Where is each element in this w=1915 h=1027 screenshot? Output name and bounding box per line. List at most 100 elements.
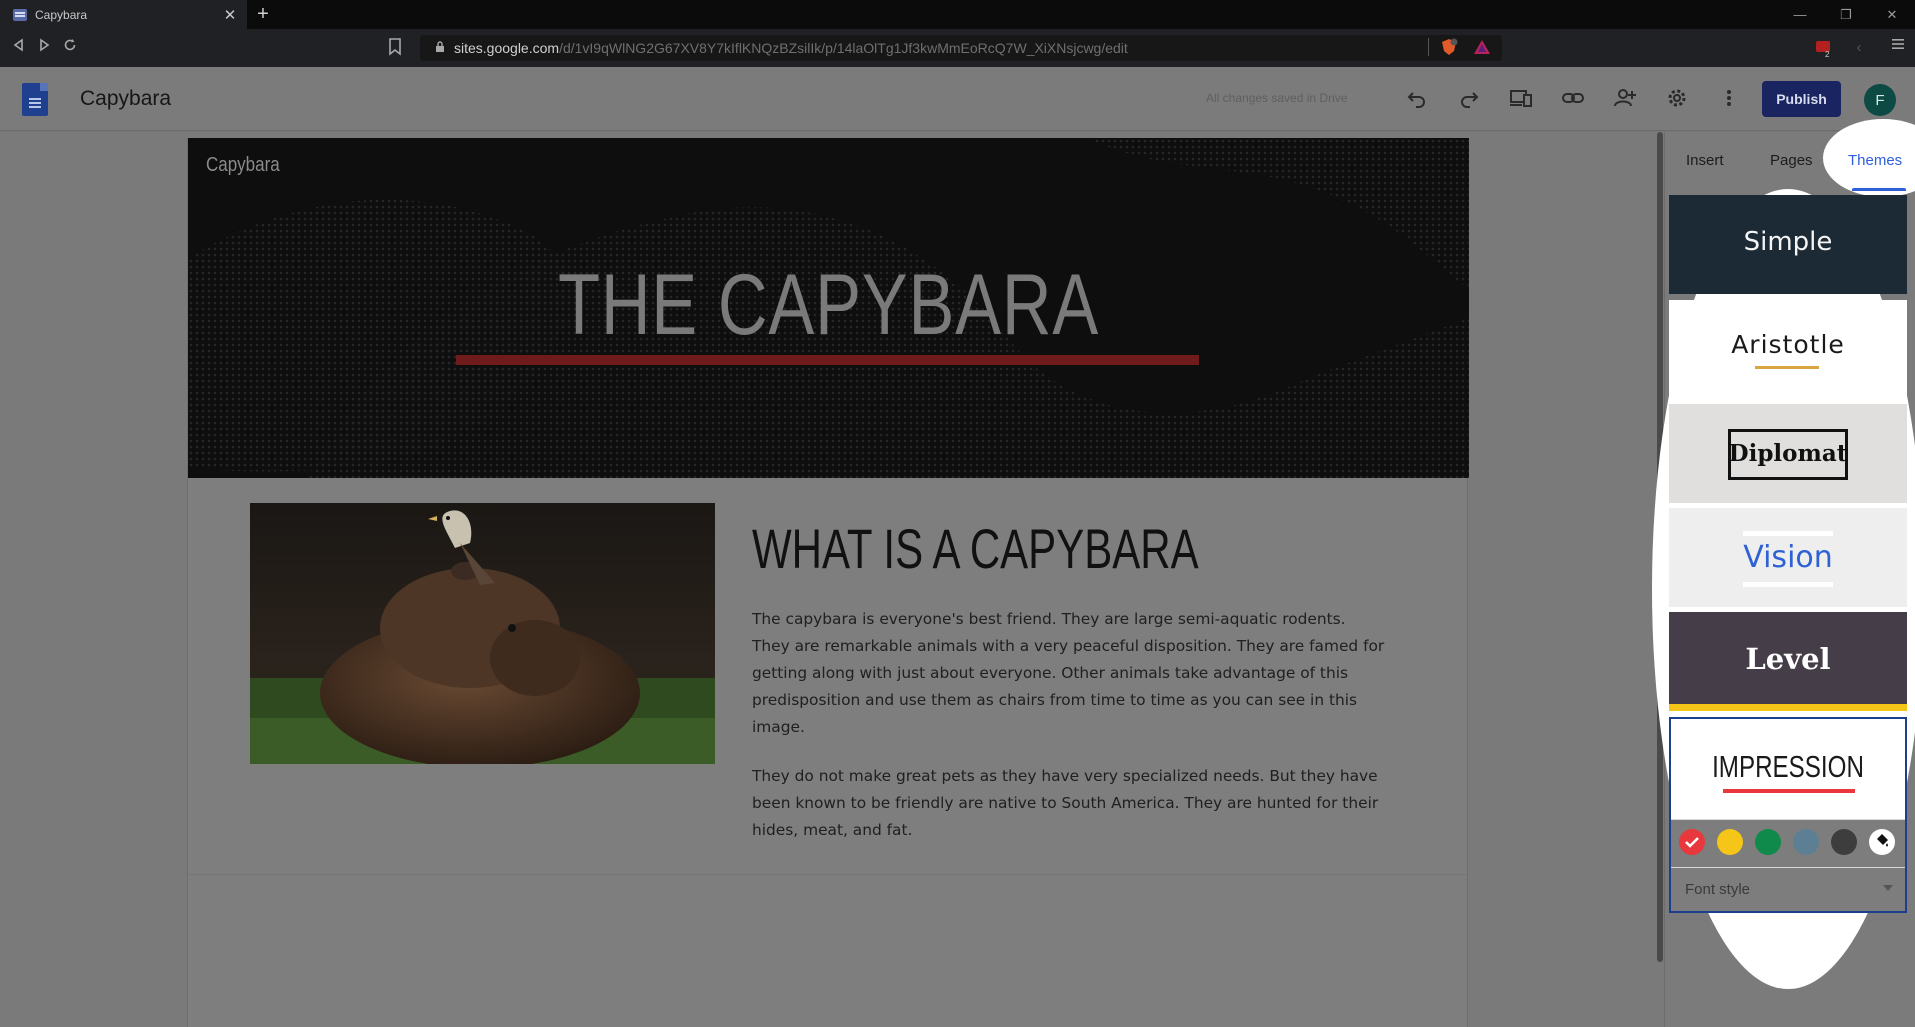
theme-color-swatches bbox=[1679, 829, 1895, 855]
extension-button[interactable]: 2 bbox=[1814, 38, 1832, 59]
redo-icon bbox=[1461, 92, 1479, 108]
color-swatch-green[interactable] bbox=[1755, 829, 1781, 855]
settings-button[interactable] bbox=[1664, 87, 1690, 113]
theme-name-aristotle: Aristotle bbox=[1731, 330, 1845, 359]
tab-themes[interactable]: Themes bbox=[1848, 152, 1902, 169]
theme-name-diplomat: Diplomat bbox=[1728, 440, 1848, 467]
minimize-button[interactable]: — bbox=[1777, 0, 1823, 29]
hero-title[interactable]: THE CAPYBARA bbox=[316, 256, 1341, 355]
menu-icon bbox=[1892, 39, 1904, 49]
reload-button[interactable] bbox=[59, 37, 81, 59]
color-swatch-yellow[interactable] bbox=[1717, 829, 1743, 855]
undo-button[interactable] bbox=[1404, 87, 1430, 113]
theme-card-impression[interactable]: IMPRESSION Font style bbox=[1669, 717, 1907, 913]
theme-name-impression: IMPRESSION bbox=[1712, 749, 1864, 784]
settings-icon bbox=[1668, 89, 1686, 107]
new-tab-button[interactable]: + bbox=[252, 2, 274, 26]
tab-close-button[interactable]: ✕ bbox=[221, 6, 239, 24]
capybara-photo[interactable] bbox=[250, 503, 715, 764]
forward-button[interactable] bbox=[33, 37, 55, 59]
site-page: Capybara THE CAPYBARA WHAT IS A CAPYBARA… bbox=[187, 138, 1469, 1027]
tab-title: Capybara bbox=[35, 7, 88, 22]
capybara-with-bird-image bbox=[250, 503, 715, 764]
bookmark-button[interactable] bbox=[388, 38, 402, 56]
brave-rewards-button[interactable] bbox=[1473, 38, 1491, 56]
brave-shield-button[interactable] bbox=[1440, 38, 1458, 56]
aristotle-accent-line bbox=[1755, 366, 1819, 369]
extension-icon: 2 bbox=[1816, 41, 1830, 59]
theme-card-aristotle[interactable]: Aristotle bbox=[1669, 300, 1907, 399]
restore-button[interactable]: ❐ bbox=[1823, 0, 1869, 29]
theme-name-vision: Vision bbox=[1743, 540, 1833, 575]
section-heading[interactable]: WHAT IS A CAPYBARA bbox=[752, 516, 1199, 581]
custom-color-button[interactable] bbox=[1869, 829, 1895, 855]
undo-icon bbox=[1407, 92, 1425, 108]
section-paragraph-2[interactable]: They do not make great pets as they have… bbox=[752, 763, 1387, 844]
tab-insert[interactable]: Insert bbox=[1686, 152, 1724, 169]
forward-icon bbox=[40, 38, 50, 52]
color-swatch-charcoal[interactable] bbox=[1831, 829, 1857, 855]
url-host: sites.google.com bbox=[454, 40, 560, 56]
address-bar-divider bbox=[1428, 38, 1429, 56]
sites-app-bar: Capybara All changes saved in Drive Publ… bbox=[0, 67, 1915, 131]
preview-button[interactable] bbox=[1508, 87, 1534, 113]
window-controls: — ❐ ✕ bbox=[1777, 0, 1915, 29]
browser-tab-strip: Capybara ✕ + — ❐ ✕ bbox=[0, 0, 1915, 29]
color-swatch-red[interactable] bbox=[1679, 829, 1705, 855]
reload-icon bbox=[64, 39, 76, 51]
vision-bottom-line bbox=[1743, 582, 1833, 587]
section-divider bbox=[188, 874, 1469, 875]
preview-device-icon bbox=[1510, 90, 1532, 107]
link-icon bbox=[1562, 93, 1584, 103]
site-name-header[interactable]: Capybara bbox=[206, 154, 280, 177]
tab-pages[interactable]: Pages bbox=[1770, 152, 1813, 169]
save-status: All changes saved in Drive bbox=[1206, 91, 1348, 105]
impression-accent-line bbox=[1723, 789, 1855, 793]
site-document-title[interactable]: Capybara bbox=[80, 87, 171, 111]
site-header-banner[interactable]: Capybara THE CAPYBARA bbox=[188, 138, 1469, 478]
font-style-dropdown-label[interactable]: Font style bbox=[1685, 881, 1750, 898]
active-tab-indicator bbox=[1852, 188, 1906, 191]
redo-button[interactable] bbox=[1456, 87, 1482, 113]
dropdown-caret-icon[interactable] bbox=[1883, 885, 1893, 891]
bookmark-icon bbox=[389, 38, 401, 56]
hero-title-underline bbox=[456, 355, 1199, 365]
browser-menu-button[interactable] bbox=[1891, 37, 1905, 56]
lock-icon bbox=[432, 40, 448, 56]
google-sites-logo-icon[interactable] bbox=[22, 83, 48, 116]
extension-badge: 2 bbox=[1825, 50, 1830, 58]
theme-card-vision[interactable]: Vision bbox=[1669, 508, 1907, 607]
insert-link-button[interactable] bbox=[1560, 87, 1586, 113]
color-swatch-slate[interactable] bbox=[1793, 829, 1819, 855]
editor-canvas: Capybara THE CAPYBARA WHAT IS A CAPYBARA… bbox=[0, 132, 1664, 1027]
brave-shield-icon bbox=[1442, 38, 1458, 55]
url-path: /d/1vI9qWlNG2G67XV8Y7kIflKNQzBZsilIk/p/1… bbox=[559, 40, 1128, 56]
url-text: sites.google.com/d/1vI9qWlNG2G67XV8Y7kIf… bbox=[454, 40, 1128, 56]
more-options-button[interactable] bbox=[1716, 87, 1742, 113]
address-bar[interactable]: sites.google.com/d/1vI9qWlNG2G67XV8Y7kIf… bbox=[420, 35, 1502, 61]
level-accent-bar bbox=[1669, 704, 1907, 711]
theme-card-diplomat[interactable]: Diplomat bbox=[1669, 404, 1907, 503]
impression-preview: IMPRESSION bbox=[1671, 719, 1905, 819]
impression-divider bbox=[1671, 819, 1905, 820]
more-icon bbox=[1727, 90, 1731, 106]
back-button[interactable] bbox=[8, 37, 30, 59]
close-window-button[interactable]: ✕ bbox=[1869, 0, 1915, 29]
section-paragraph-1[interactable]: The capybara is everyone's best friend. … bbox=[752, 606, 1387, 741]
checkmark-icon bbox=[1685, 837, 1699, 848]
theme-name-simple: Simple bbox=[1743, 227, 1833, 257]
browser-toolbar: sites.google.com/d/1vI9qWlNG2G67XV8Y7kIf… bbox=[0, 29, 1915, 67]
extension-arrow-button[interactable]: ‹ bbox=[1848, 37, 1870, 59]
sites-favicon-icon bbox=[13, 8, 27, 21]
font-style-divider bbox=[1671, 867, 1905, 868]
share-button[interactable] bbox=[1612, 87, 1638, 113]
brave-rewards-icon bbox=[1474, 40, 1490, 54]
theme-card-level[interactable]: Level bbox=[1669, 612, 1907, 711]
browser-tab[interactable]: Capybara ✕ bbox=[0, 0, 247, 29]
vision-top-line bbox=[1743, 531, 1833, 536]
publish-button[interactable]: Publish bbox=[1762, 81, 1841, 117]
theme-card-simple[interactable]: Simple bbox=[1669, 195, 1907, 294]
account-avatar[interactable]: F bbox=[1864, 84, 1896, 116]
theme-name-level: Level bbox=[1745, 642, 1831, 676]
share-icon bbox=[1614, 89, 1636, 107]
